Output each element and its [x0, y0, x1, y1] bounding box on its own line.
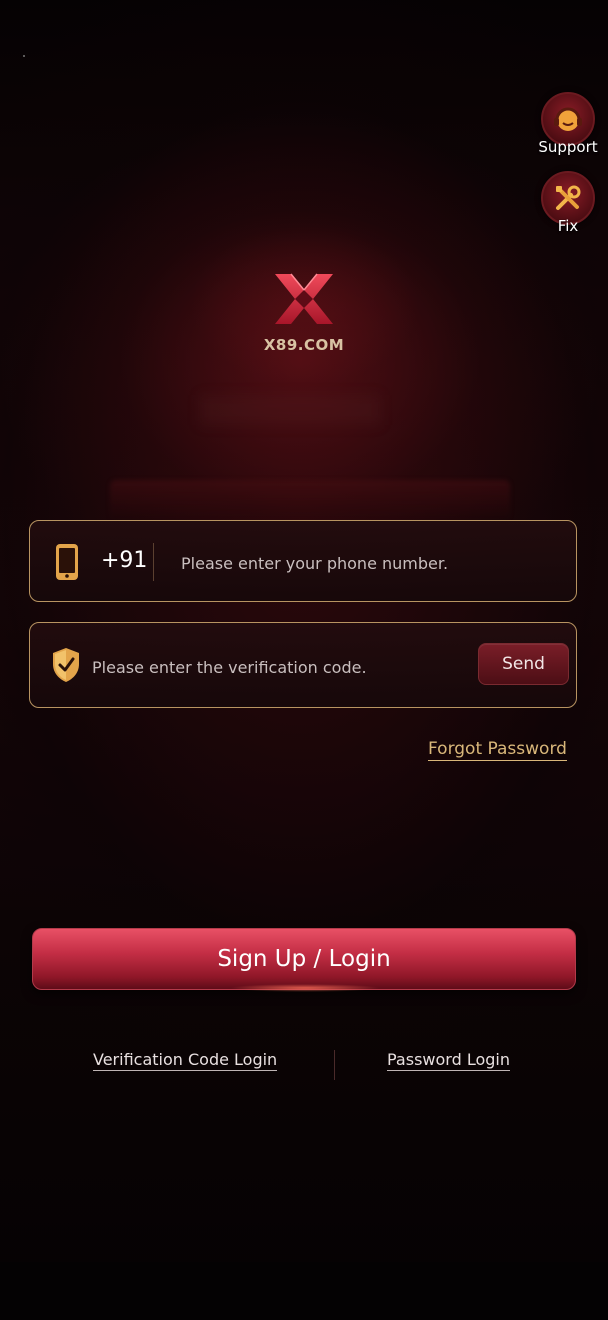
phone-field: +91	[29, 520, 577, 602]
fix-label: Fix	[557, 217, 579, 235]
verification-code-field: Send	[29, 622, 577, 708]
support-label: Support	[538, 138, 598, 156]
login-screen: Support Fix X89.COM +91 Please enter you…	[0, 0, 608, 1320]
shield-check-icon	[53, 648, 79, 682]
verification-code-input[interactable]	[90, 651, 474, 683]
sign-up-login-button[interactable]: Sign Up / Login	[32, 928, 576, 990]
phone-icon	[56, 544, 78, 580]
status-dot	[23, 55, 25, 57]
background-band	[200, 395, 380, 425]
alt-login-divider	[334, 1050, 335, 1080]
fix-button[interactable]: Fix	[530, 171, 606, 235]
headset-icon	[554, 107, 582, 131]
background-stage	[110, 480, 510, 520]
send-code-button[interactable]: Send	[478, 643, 569, 685]
bottom-bar	[0, 1262, 608, 1320]
brand-logo: X89.COM	[254, 270, 354, 354]
phone-input[interactable]	[179, 547, 563, 579]
verification-code-login-link[interactable]: Verification Code Login	[93, 1050, 278, 1071]
password-login-link[interactable]: Password Login	[387, 1050, 510, 1071]
logo-text: X89.COM	[263, 336, 345, 354]
support-button[interactable]: Support	[530, 92, 606, 156]
forgot-password-link[interactable]: Forgot Password	[428, 739, 567, 761]
country-code[interactable]: +91	[101, 548, 147, 573]
login-button-glow	[230, 984, 380, 992]
x-logo-icon	[275, 273, 333, 324]
phone-divider	[153, 543, 154, 581]
tools-icon	[556, 185, 581, 210]
